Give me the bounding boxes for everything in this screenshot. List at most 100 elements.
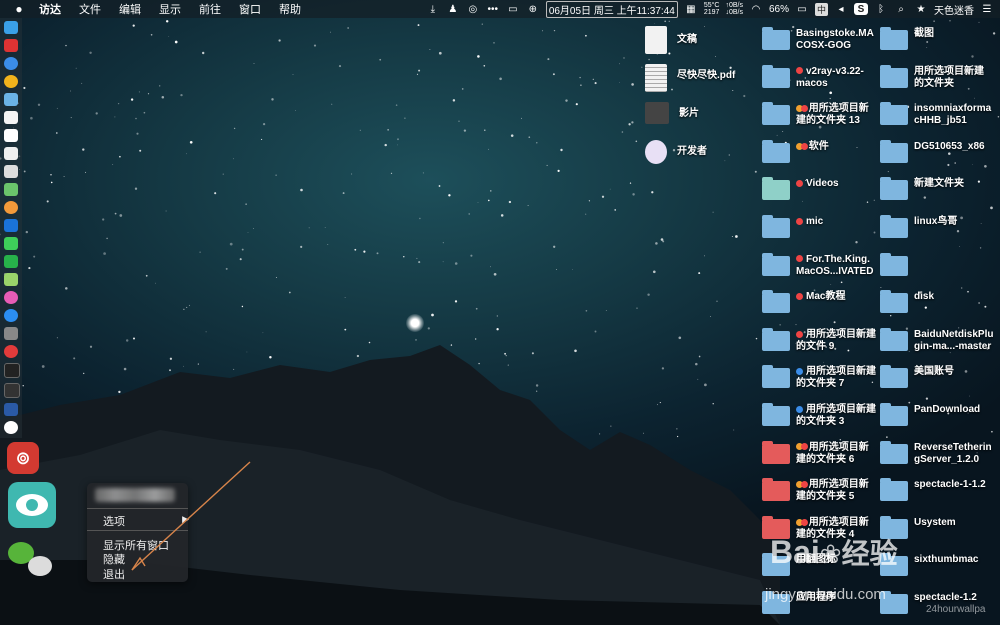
maps-dock-icon[interactable] — [4, 183, 18, 196]
desktop-folder[interactable]: 用所选项目新 建的文件夹 13 — [762, 102, 869, 127]
stats-dock-icon[interactable] — [4, 273, 18, 286]
desktop-folder[interactable]: 截图 — [880, 27, 934, 50]
desktop-folder[interactable]: 用所选项目新建 的文件夹 3 — [762, 403, 876, 428]
notes-dock-icon[interactable] — [4, 111, 18, 124]
bluetooth-icon[interactable]: ᛒ — [874, 3, 888, 15]
folder-icon — [880, 64, 908, 88]
battery-percent[interactable]: 66% — [769, 4, 789, 15]
desktop-folder[interactable]: 用所选项目新 建的文件夹 5 — [762, 478, 869, 503]
desktop-file-developer[interactable]: 开发者 — [645, 140, 707, 164]
wechat-dock-icon[interactable] — [8, 542, 52, 582]
preview-dock-icon[interactable] — [4, 93, 18, 106]
photos-dock-icon[interactable] — [4, 201, 18, 214]
wifi-icon[interactable]: ◠ — [749, 3, 763, 15]
script-dock-icon[interactable] — [4, 165, 18, 178]
desktop-folder[interactable] — [880, 252, 914, 276]
spotlight-icon[interactable]: ⌕ — [894, 3, 908, 15]
cpu-monitor[interactable]: 55°C 2197 — [704, 2, 720, 16]
menu-options[interactable]: 选项 ▶ — [103, 513, 189, 529]
volume-icon[interactable]: ◂ — [834, 3, 848, 15]
tag-dot-icon — [801, 142, 808, 150]
skype-icon[interactable]: S — [854, 3, 868, 15]
network-monitor[interactable]: ↑0B/s ↓0B/s — [725, 2, 743, 16]
eye-app-dock-icon[interactable] — [8, 482, 56, 528]
menu-hide[interactable]: 隐藏 — [103, 551, 125, 567]
desktop-file-pdf[interactable]: 尽快尽快.pdf — [645, 64, 735, 92]
terminal-dock-icon[interactable] — [4, 363, 20, 378]
menu-view[interactable]: 显示 — [150, 1, 190, 17]
console-dock-icon[interactable] — [4, 383, 20, 398]
itunes-dock-icon[interactable] — [4, 291, 18, 304]
qq-icon[interactable]: ♟ — [446, 3, 460, 15]
display-icon[interactable]: ▭ — [506, 3, 520, 15]
desktop-folder[interactable]: 用所选项目新建 的文件夹 — [880, 64, 984, 90]
desktop-folder[interactable]: mic — [762, 215, 823, 238]
folder-icon — [880, 440, 908, 464]
tag-dot-icon — [796, 293, 803, 301]
desktop-folder[interactable]: For.The.King. MacOS...IVATED — [762, 252, 873, 278]
tag-dot-icon — [796, 255, 803, 263]
yandex-dock-icon[interactable] — [4, 421, 18, 434]
desktop-file-movies[interactable]: 影片 — [645, 102, 699, 124]
tag-dot-icon — [796, 67, 803, 75]
launchpad-dock-icon[interactable] — [4, 39, 18, 52]
menu-app-finder[interactable]: 访达 — [30, 1, 70, 17]
desktop-folder[interactable]: Videos — [762, 177, 839, 201]
tag-dot-icon — [801, 481, 808, 489]
safari-dock-icon[interactable] — [4, 57, 18, 70]
input-method[interactable]: 中 — [814, 2, 828, 16]
notification-center-icon[interactable]: ☰ — [980, 3, 994, 15]
desktop-folder[interactable]: PanDownload — [880, 403, 980, 426]
desktop-folder[interactable]: disk — [880, 290, 934, 314]
desktop-folder[interactable]: DG510653_x86 — [880, 139, 985, 163]
messages-dock-icon[interactable] — [4, 237, 18, 250]
desktop-folder[interactable]: BaiduNetdiskPlu gin-ma...-master — [880, 327, 993, 353]
vpn-dock-icon[interactable] — [4, 403, 18, 416]
globe-icon[interactable]: ⊕ — [526, 3, 540, 15]
desktop-folder[interactable]: 软件 — [762, 139, 829, 163]
grid-icon[interactable]: ▦ — [684, 3, 698, 15]
finder-dock-icon[interactable] — [4, 21, 18, 34]
desktop-folder[interactable]: ReverseTetherin gServer_1.2.0 — [880, 440, 992, 466]
paw-icon: ❀ — [819, 539, 842, 569]
menu-help[interactable]: 帮助 — [270, 1, 310, 17]
dots-icon[interactable]: ••• — [486, 3, 500, 15]
settings-dock-icon[interactable] — [4, 327, 18, 340]
desktop-folder[interactable]: v2ray-v3.22- macos — [762, 64, 864, 90]
tag-dot-icon — [796, 368, 803, 376]
clock[interactable]: 06月05日 周三 上午11:37:44 — [545, 0, 678, 18]
chrome-dock-icon[interactable] — [4, 75, 18, 88]
desktop-folder[interactable]: 用所选项目新建 的文件 9 — [762, 327, 876, 353]
desktop-folder[interactable]: insomniaxforma cHHB_jb51 — [880, 102, 991, 127]
desktop-folder[interactable]: 用所选项目新 建的文件夹 6 — [762, 440, 869, 466]
menu-quit[interactable]: 退出 — [103, 566, 125, 582]
menu-file[interactable]: 文件 — [70, 1, 110, 17]
netease-music-dock-icon[interactable]: ⊚ — [7, 442, 39, 474]
menu-edit[interactable]: 编辑 — [110, 1, 150, 17]
eye-icon — [16, 494, 48, 516]
calendar-dock-icon[interactable] — [4, 129, 18, 142]
redacted-title — [95, 488, 175, 502]
textedit-dock-icon[interactable] — [4, 147, 18, 160]
numbers-dock-icon[interactable] — [4, 255, 18, 268]
appstore-dock-icon[interactable] — [4, 309, 18, 322]
desktop-folder[interactable]: 用所选项目新建 的文件夹 7 — [762, 365, 876, 390]
desktop-folder[interactable]: Basingstoke.MA COSX-GOG — [762, 27, 874, 52]
menu-go[interactable]: 前往 — [190, 1, 230, 17]
desktop-folder[interactable]: spectacle-1-1.2 — [880, 478, 986, 502]
desktop-folder[interactable]: 美国账号 — [880, 365, 954, 389]
apple-icon[interactable]: ● — [8, 2, 30, 16]
desktop-folder[interactable]: linux鸟哥 — [880, 215, 957, 238]
vivaldi-dock-icon[interactable] — [4, 345, 18, 358]
desktop-folder[interactable]: Mac教程 — [762, 290, 845, 314]
tag-dot-icon — [801, 443, 808, 451]
desktop-folder[interactable]: 新建文件夹 — [880, 177, 964, 201]
star-icon[interactable]: ★ — [914, 3, 928, 15]
menu-window[interactable]: 窗口 — [230, 1, 270, 17]
battery-icon[interactable]: ▭ — [795, 3, 809, 15]
download-icon[interactable]: ⤓ — [426, 3, 440, 15]
desktop-file-documents[interactable]: 文稿 — [645, 26, 697, 54]
compass-icon[interactable]: ◎ — [466, 3, 480, 15]
user-name[interactable]: 天色迷香 — [934, 2, 974, 17]
appstore-alt-dock-icon[interactable] — [4, 219, 18, 232]
